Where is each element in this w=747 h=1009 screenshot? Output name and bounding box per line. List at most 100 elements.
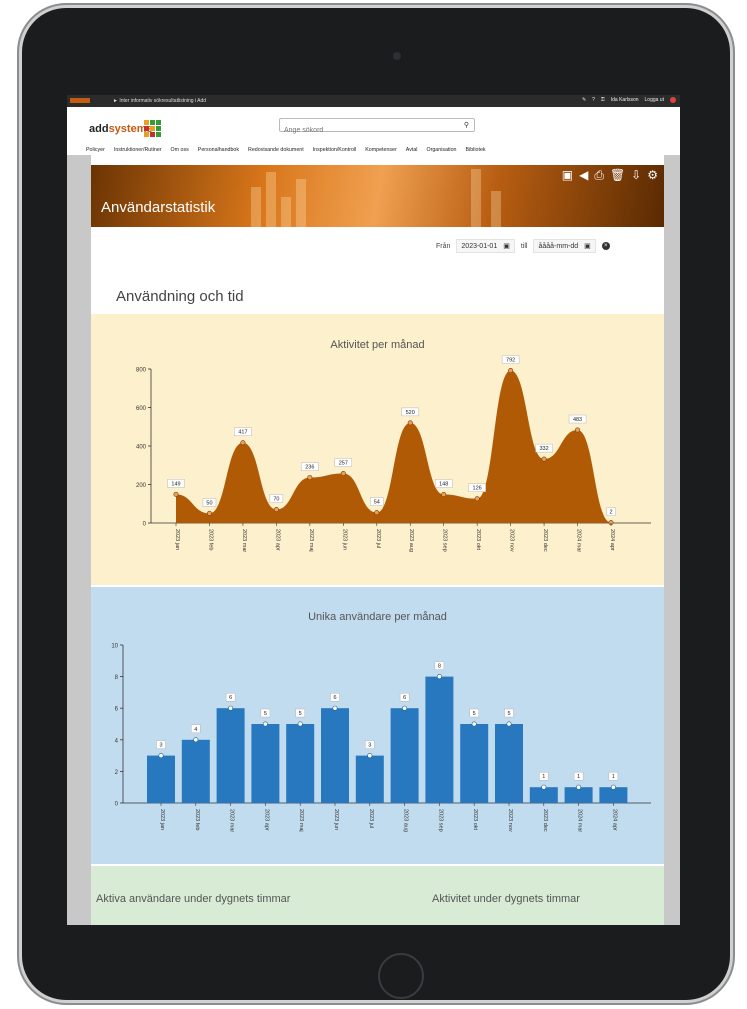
data-label: 332 [539, 446, 548, 452]
y-tick-label: 2 [115, 770, 119, 776]
data-point [441, 492, 447, 498]
data-point [374, 510, 380, 516]
logout-icon[interactable] [670, 97, 676, 103]
to-date-field[interactable]: åååå-mm-dd ▣ [533, 239, 596, 253]
nav-item-avtal[interactable]: Avtal [406, 147, 418, 153]
help-icon[interactable]: ? [592, 97, 595, 103]
user-name[interactable]: Ida Karlsson [611, 97, 639, 103]
clear-filter-icon[interactable]: × [601, 242, 610, 250]
x-tick-label: 2023 mar [241, 529, 247, 552]
data-label: 1 [577, 774, 580, 780]
bar [147, 755, 175, 803]
data-label: 5 [299, 711, 302, 717]
nav-item-organisation[interactable]: Organisation [426, 147, 456, 153]
export-icon[interactable]: ⇩ [631, 169, 641, 181]
bar [321, 708, 349, 803]
data-label: 1 [612, 774, 615, 780]
chart-title: Unika användare per månad [308, 611, 447, 623]
section-title: Användning och tid [116, 288, 244, 305]
data-point [240, 440, 246, 446]
from-label: Från [436, 242, 451, 250]
nav-item-inspektion[interactable]: Inspektion/Kontroll [313, 147, 357, 153]
data-point [474, 496, 480, 502]
nav-item-personalhandbok[interactable]: Personalhandbok [198, 147, 239, 153]
x-tick-label: 2023 apr [274, 529, 280, 551]
calendar-icon[interactable]: ▣ [584, 242, 591, 250]
save-icon[interactable]: ▣ [562, 169, 573, 181]
delete-icon[interactable]: 🗑 [610, 169, 625, 181]
chart-title: Aktivitet per månad [330, 339, 425, 351]
nav-item-bibliotek[interactable]: Bibliotek [466, 147, 486, 153]
page-toolbar: ▣ ◀ ⎙ 🗑 ⇩ ⚙ [562, 169, 658, 181]
y-tick-label: 10 [111, 644, 118, 650]
home-button[interactable] [378, 953, 424, 999]
nav-item-policyer[interactable]: Policyer [86, 147, 105, 153]
x-tick-label: 2023 nov [507, 809, 513, 832]
statistics-panel: Användarstatistik ▣ ◀ ⎙ 🗑 ⇩ ⚙ Från 2023-… [91, 155, 664, 925]
x-tick-label: 2024 apr [611, 809, 617, 831]
unique-users-chart-panel: Unika användare per månad 0 2 4 6 8 10 3 4 6 5 5 6 3… [91, 587, 664, 864]
data-point [193, 737, 199, 743]
data-label: 5 [264, 711, 267, 717]
data-point [541, 784, 547, 790]
x-tick-label: 2023 jul [368, 809, 374, 828]
data-label: 149 [171, 481, 180, 487]
active-users-hours-title: Aktiva användare under dygnets timmar [96, 893, 291, 905]
x-tick-label: 2023 jun [341, 529, 347, 550]
x-tick-label: 2023 feb [194, 809, 200, 830]
nav-item-om-oss[interactable]: Om oss [171, 147, 189, 153]
data-label: 792 [506, 358, 515, 364]
x-tick-label: 2023 okt [475, 529, 481, 551]
bar [460, 724, 489, 803]
bar [355, 755, 384, 803]
data-point [541, 456, 547, 462]
nav-item-instruktioner[interactable]: Instruktioner/Rutiner [114, 147, 162, 153]
date-filter: Från 2023-01-01 ▣ till åååå-mm-dd ▣ × [436, 239, 610, 253]
settings-icon[interactable]: ⚙ [647, 169, 658, 181]
top-bar: ► Inter informativ sökresultatlistning i… [67, 95, 680, 107]
y-tick-label: 200 [136, 483, 147, 489]
data-label: 236 [305, 465, 314, 471]
data-label: 1 [542, 774, 545, 780]
print-icon[interactable]: ⎙ [594, 169, 604, 181]
search-icon[interactable]: ⚲ [464, 121, 469, 129]
data-label: 126 [473, 486, 482, 492]
logout-link[interactable]: Logga ut [645, 97, 664, 103]
unique-users-bar-chart: 0 2 4 6 8 10 3 4 6 5 5 6 3 6 8 5 5 1 1 1 2023 jan 2023 feb 202… [111, 644, 651, 832]
data-label: 3 [368, 743, 371, 749]
data-label: 6 [333, 695, 336, 701]
y-tick-label: 400 [136, 445, 147, 451]
tools-icon[interactable]: ✎ [582, 97, 586, 103]
x-tick-label: 2023 dec [542, 529, 548, 552]
page-banner: Användarstatistik ▣ ◀ ⎙ 🗑 ⇩ ⚙ [91, 165, 664, 227]
camera [393, 52, 401, 60]
data-label: 3 [159, 743, 162, 749]
search-input[interactable] [280, 125, 458, 136]
calendar-icon[interactable]: ▣ [503, 242, 510, 250]
brand-mark-icon [144, 120, 161, 137]
back-icon[interactable]: ◀ [579, 169, 588, 181]
nav-item-redovisande[interactable]: Redovisande dokument [248, 147, 304, 153]
y-tick-label: 0 [143, 522, 147, 528]
from-date-value: 2023-01-01 [461, 242, 498, 250]
x-tick-label: 2024 mar [577, 809, 583, 832]
data-point [173, 491, 179, 497]
data-label: 417 [238, 430, 247, 436]
data-label: 257 [339, 461, 348, 467]
from-date-field[interactable]: 2023-01-01 ▣ [456, 239, 515, 253]
breadcrumb[interactable]: ► Inter informativ sökresultatlistning i… [113, 98, 206, 104]
search-box: ⚲ [279, 118, 475, 136]
data-point [402, 705, 408, 711]
bar [286, 724, 315, 803]
nav-item-kompetenser[interactable]: Kompetenser [365, 147, 397, 153]
data-label: 70 [273, 497, 279, 503]
to-label: till [520, 242, 528, 250]
data-point [332, 705, 338, 711]
data-label: 2 [609, 510, 612, 516]
data-point [340, 471, 346, 477]
data-point [158, 753, 164, 759]
bar [425, 676, 454, 803]
key-icon[interactable]: ⚿ [601, 97, 605, 103]
data-point [471, 721, 477, 727]
data-label: 50 [206, 500, 212, 506]
